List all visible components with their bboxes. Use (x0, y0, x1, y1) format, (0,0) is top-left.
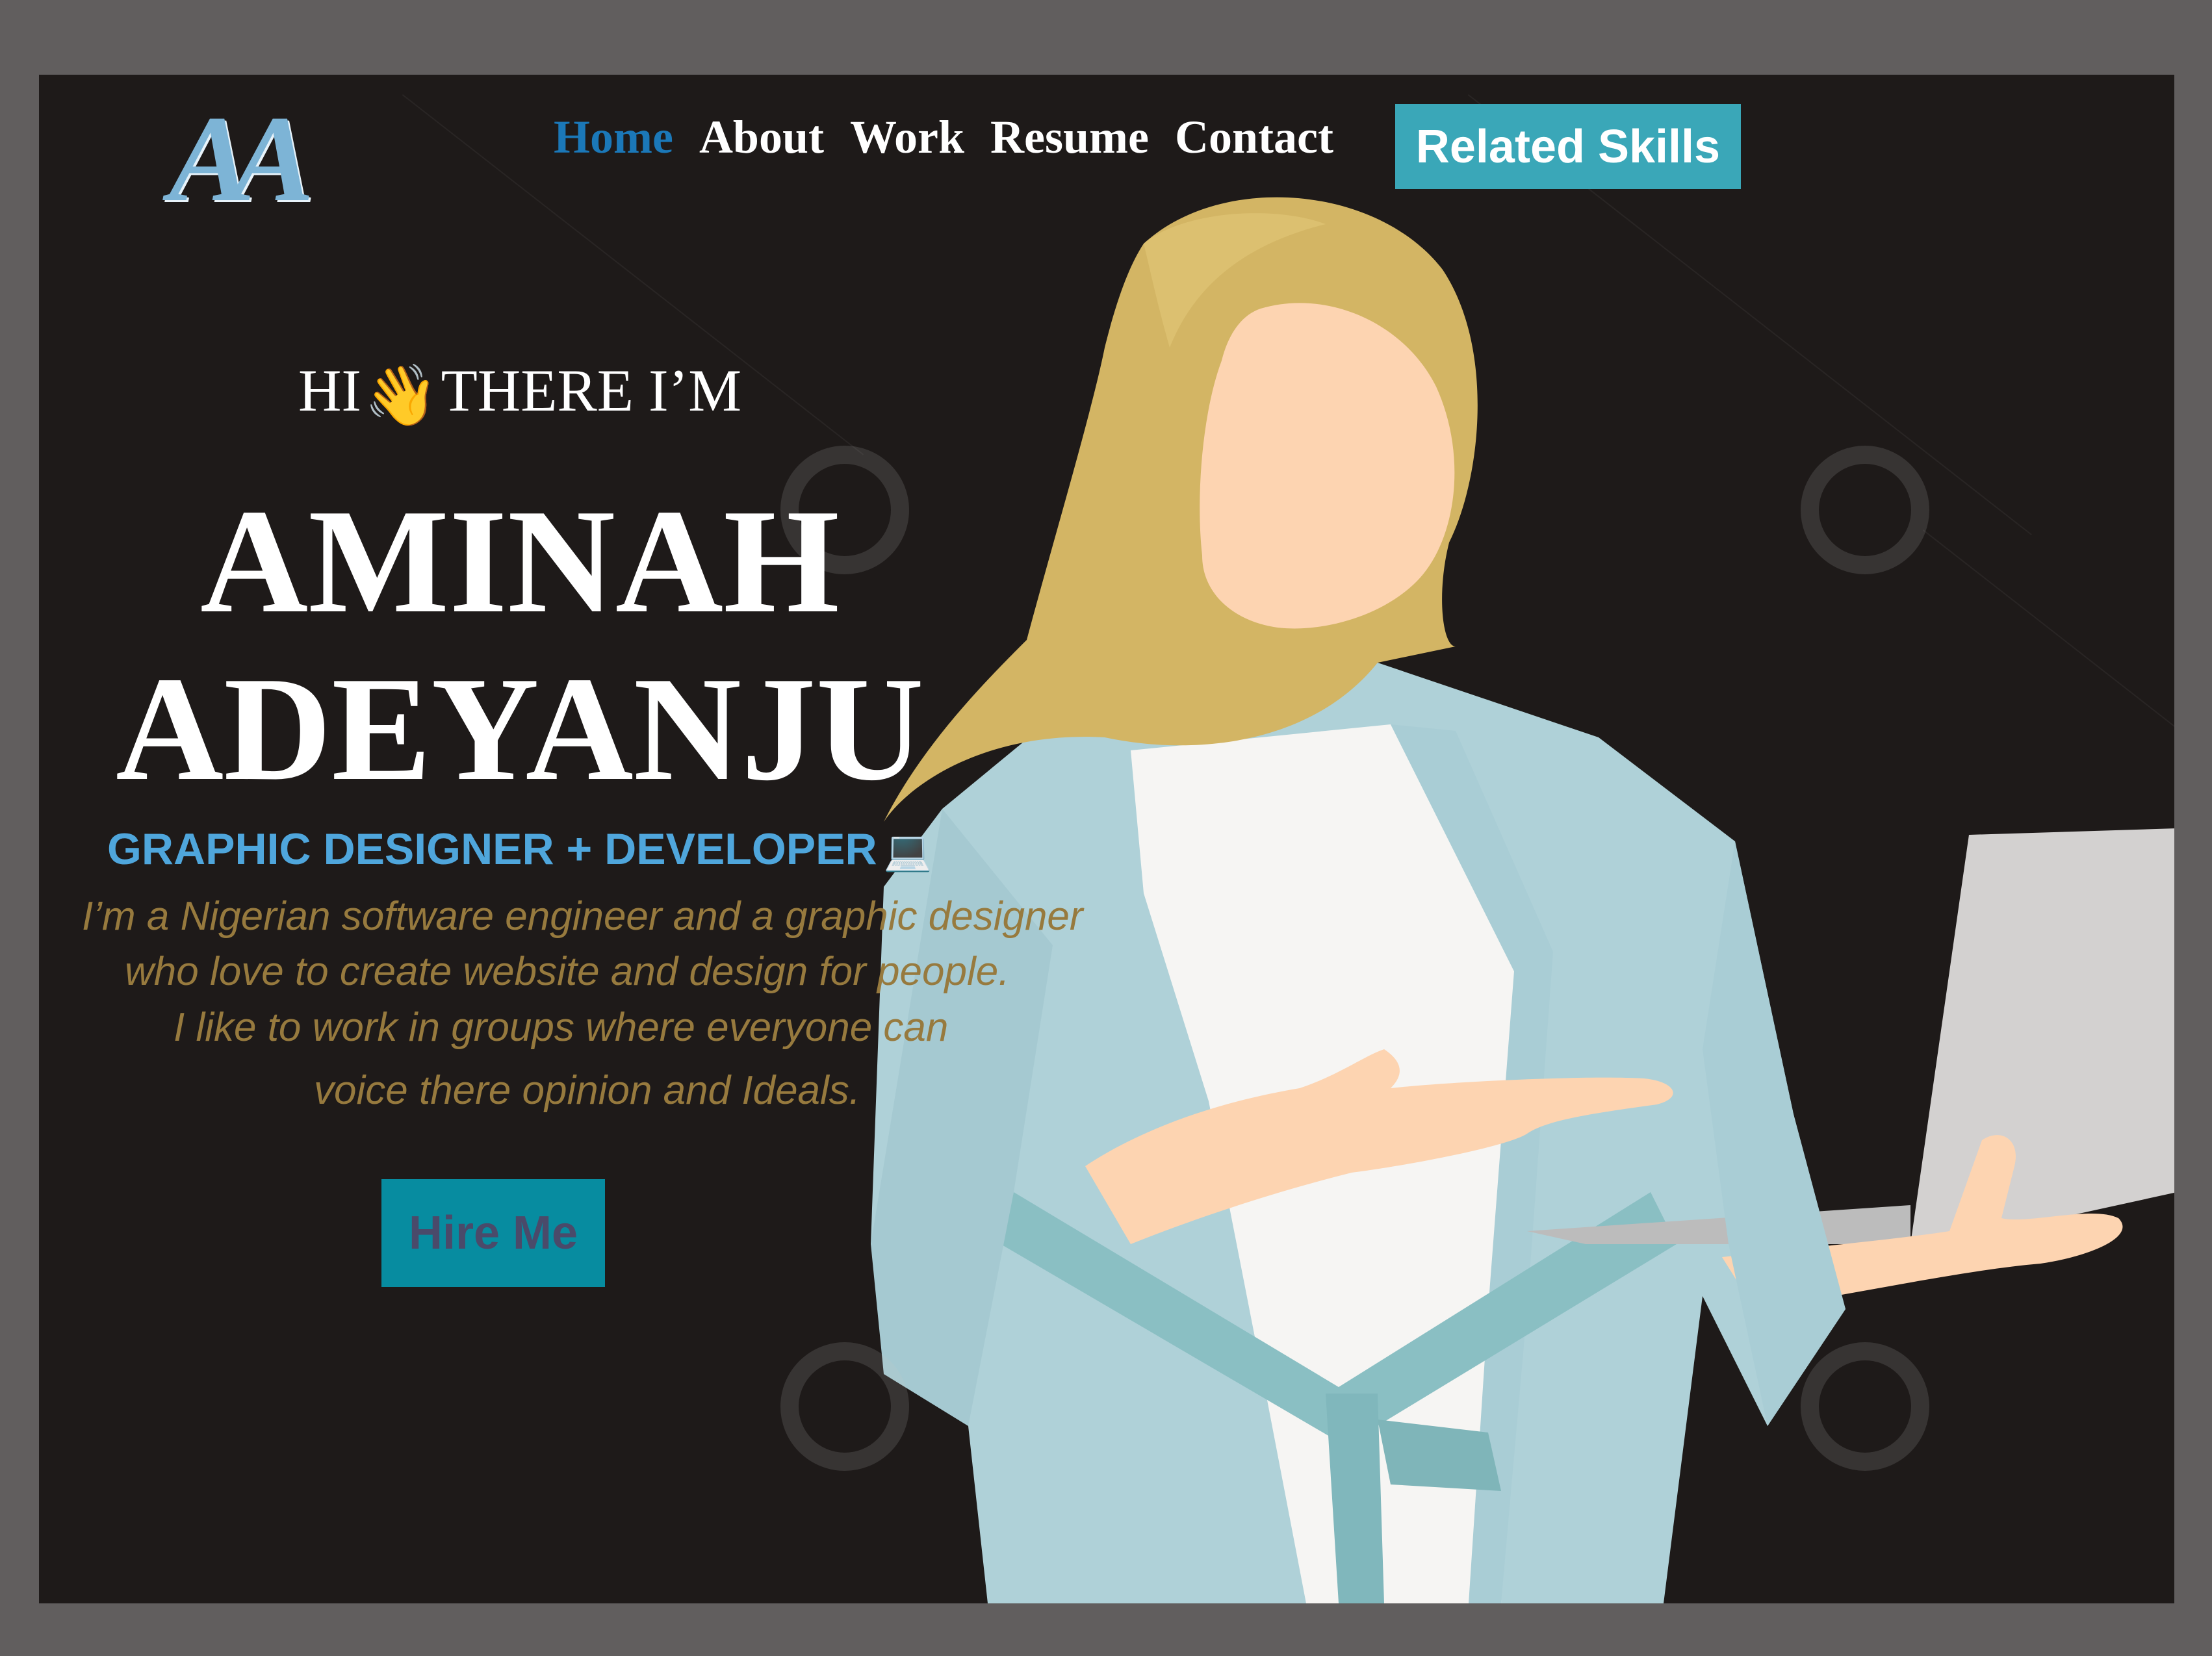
role-title: GRAPHIC DESIGNER + DEVELOPER 💻 (107, 827, 932, 871)
bio-line: I like to work in groups where everyone … (174, 1005, 949, 1050)
greeting: HI👋THERE I’M (240, 361, 799, 426)
greeting-text-end: THERE I’M (441, 357, 742, 424)
hero-name: AMINAH ADEYANJU (78, 478, 962, 812)
bio-line: who love to create website and design fo… (125, 949, 1010, 994)
name-last: ADEYANJU (116, 645, 924, 811)
nav-work[interactable]: Work (850, 114, 964, 160)
watermark-emblem (1801, 446, 1929, 574)
hire-me-button[interactable]: Hire Me (381, 1179, 605, 1287)
logo[interactable]: AA (169, 97, 315, 221)
nav-resume[interactable]: Resume (990, 114, 1149, 160)
nav-about[interactable]: About (699, 114, 824, 160)
main-nav: Home About Work Resume Contact (554, 114, 1333, 160)
bio-line: voice there opinion and Ideals. (314, 1068, 861, 1113)
greeting-text-start: HI (298, 357, 362, 424)
bio-line: I’m a Nigerian software engineer and a g… (82, 894, 1083, 939)
watermark-emblem (1801, 1342, 1929, 1471)
laptop-screen (1910, 828, 2174, 1251)
person-at-laptop-icon: 💻 (883, 829, 932, 873)
name-first: AMINAH (200, 478, 840, 644)
related-skills-button[interactable]: Related Skills (1395, 104, 1741, 189)
nav-contact[interactable]: Contact (1175, 114, 1333, 160)
watermark-emblem (780, 1342, 909, 1471)
waving-hand-icon: 👋 (364, 363, 439, 429)
role-text: GRAPHIC DESIGNER + DEVELOPER (107, 824, 877, 874)
hero-section: AA Home About Work Resume Contact Relate… (39, 75, 2174, 1603)
nav-home[interactable]: Home (554, 114, 673, 160)
